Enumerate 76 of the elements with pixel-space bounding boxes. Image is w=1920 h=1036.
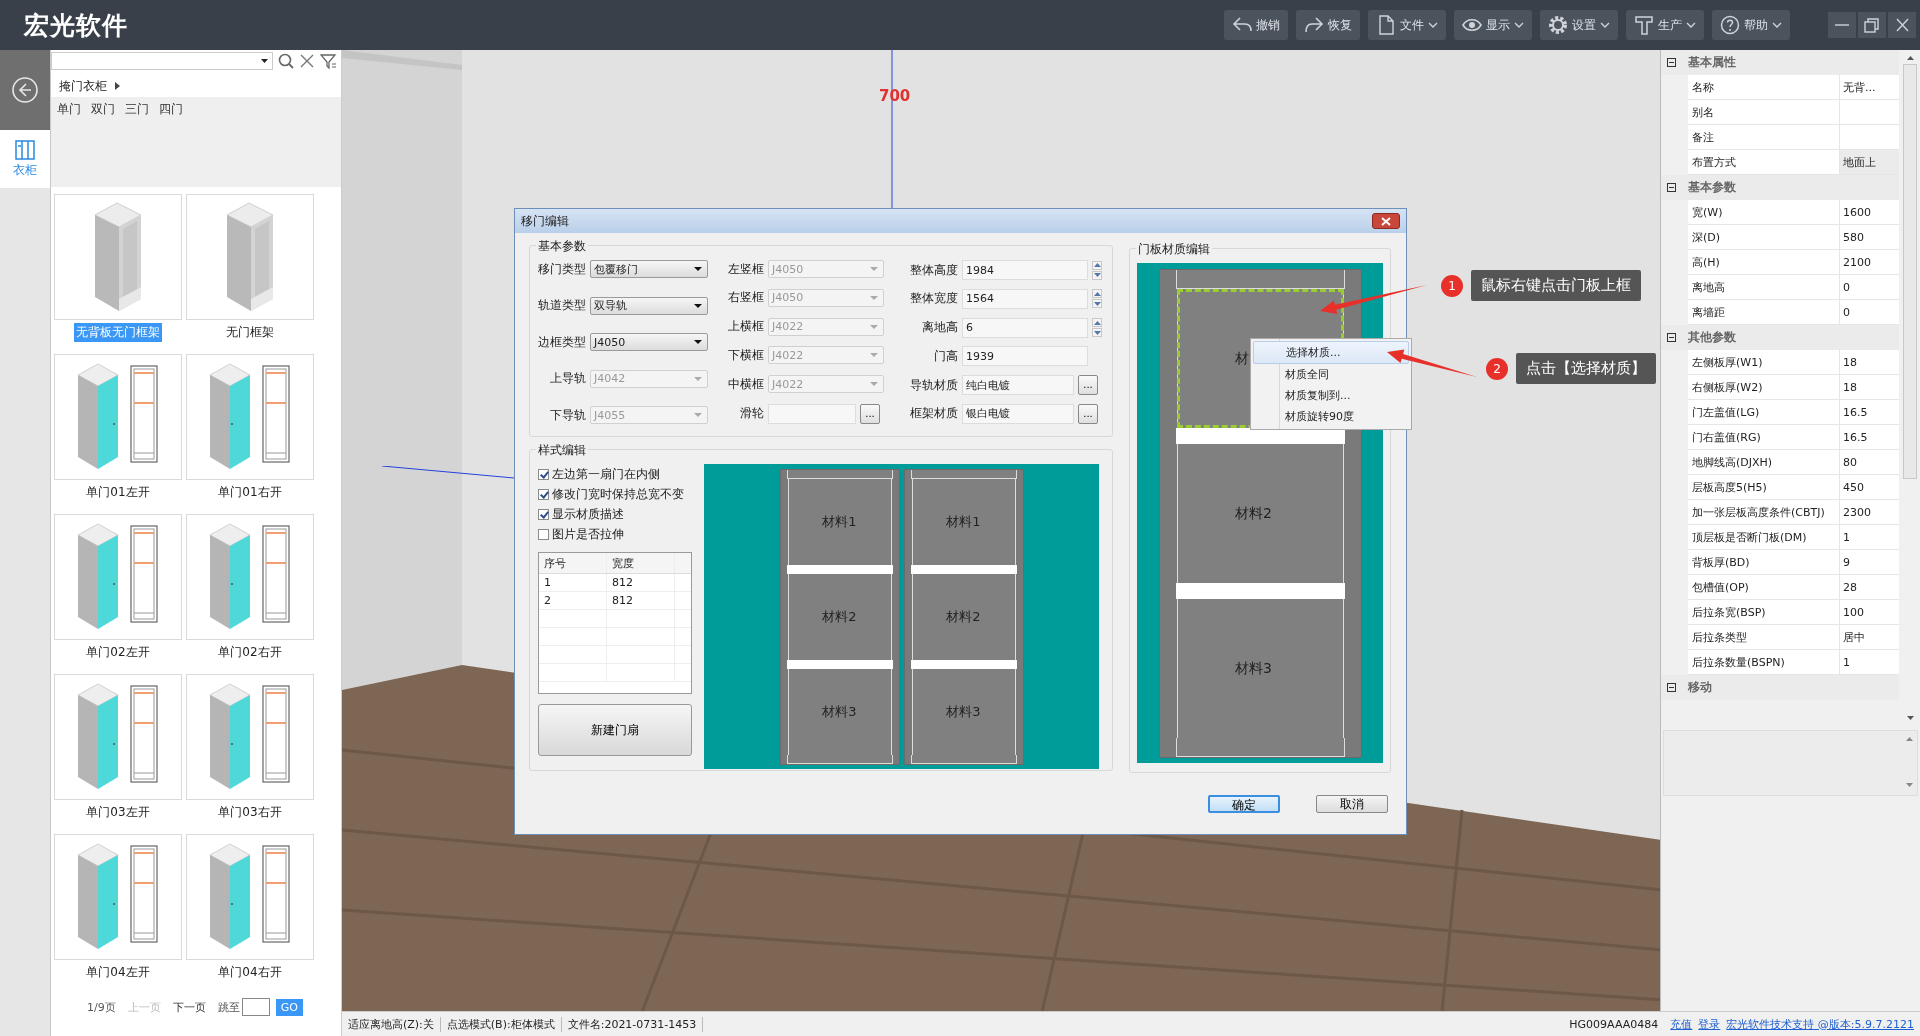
section-title: 基本参数 [1688,179,1736,196]
field-label: 下横框 [727,346,764,364]
property-name: 离地高 [1688,275,1840,299]
status-text: 适应离地高(Z):关 [348,1016,441,1032]
callout-label: 点击【选择材质】 [1516,353,1656,384]
property-name: 左侧板厚(W1) [1688,350,1840,374]
panel-label: 材料1 [946,513,981,531]
page-indicator: 1/9页 [87,999,116,1015]
field-label: 上横框 [727,318,764,336]
property-name: 右侧板厚(W2) [1688,375,1840,399]
section-title: 基本属性 [1688,54,1736,71]
column-header: 宽度 [607,553,675,573]
property-name: 后拉条类型 [1688,625,1840,649]
property-name: 备注 [1688,125,1840,149]
field-label: 滑轮 [739,405,764,423]
group-title: 样式编辑 [536,442,588,459]
panel-label: 材料2 [946,608,981,626]
checkbox-label: 修改门宽时保持总宽不变 [552,485,684,503]
panel-label: 材料3 [822,703,857,721]
field-label: 整体宽度 [909,290,958,308]
property-name: 门左盖值(LG) [1688,400,1840,424]
property-name: 加一张层板高度条件(CBTJ) [1688,500,1840,524]
property-name: 宽(W) [1688,200,1840,224]
dialog-title: 移门编辑 [521,212,569,230]
field-label: 移门类型 [537,260,586,278]
property-name: 别名 [1688,100,1840,124]
field-label: 门高 [933,347,958,365]
panel-label: 材料2 [1235,504,1273,523]
property-name: 深(D) [1688,225,1840,249]
field-label: 离地高 [921,319,958,337]
group-title: 基本参数 [536,238,588,255]
panel-label: 材料3 [946,703,981,721]
checkbox-label: 左边第一扇门在内侧 [552,465,660,483]
table-cell: 2 [539,592,607,609]
checkbox-label: 显示材质描述 [552,505,624,523]
field-label: 右竖框 [727,289,764,307]
panel-label: 材料2 [822,608,857,626]
property-name: 门右盖值(RG) [1688,425,1840,449]
table-cell: 1 [539,574,607,591]
table-cell: 812 [607,574,675,591]
panel-label: 材料1 [822,513,857,531]
dimension-label: 700 [879,87,911,105]
field-label: 边框类型 [537,333,586,351]
table-cell: 812 [607,592,675,609]
property-name: 背板厚(BD) [1688,550,1840,574]
property-name: 包槽值(OP) [1688,575,1840,599]
section-title: 移动 [1688,679,1712,696]
property-name: 后拉条数量(BSPN) [1688,650,1840,674]
callout-label: 鼠标右键点击门板上框 [1471,270,1641,301]
jump-label: 跳至 [217,999,240,1015]
checkbox-label: 图片是否拉伸 [552,525,624,543]
column-header: 序号 [539,553,607,573]
field-label: 左竖框 [727,260,764,278]
property-name: 名称 [1688,75,1840,99]
property-name: 层板高度5(H5) [1688,475,1840,499]
field-label: 下导轨 [549,406,586,424]
property-name: 后拉条宽(BSP) [1688,600,1840,624]
section-title: 其他参数 [1688,329,1736,346]
panel-label: 材料3 [1235,659,1273,678]
group-title: 门板材质编辑 [1136,241,1212,258]
property-name: 离墙距 [1688,300,1840,324]
field-label: 框架材质 [909,405,958,423]
app-title: 宏光软件 [24,9,128,42]
property-name: 高(H) [1688,250,1840,274]
field-label: 上导轨 [549,370,586,387]
property-name: 顶层板是否断门板(DM) [1688,525,1840,549]
property-name: 布置方式 [1688,150,1840,174]
field-label: 轨道类型 [537,297,586,314]
field-label: 导轨材质 [909,376,958,394]
panel-label: 材 [1235,349,1250,368]
status-text: 文件名:2021-0731-1453 [567,1016,704,1032]
field-label: 整体高度 [909,261,958,279]
property-name: 地脚线高(DJXH) [1688,450,1840,474]
license-code: HG009AAA0484 [1569,1017,1659,1031]
field-label: 中横框 [727,375,764,393]
status-text: 点选模式(B):柜体模式 [446,1016,562,1032]
